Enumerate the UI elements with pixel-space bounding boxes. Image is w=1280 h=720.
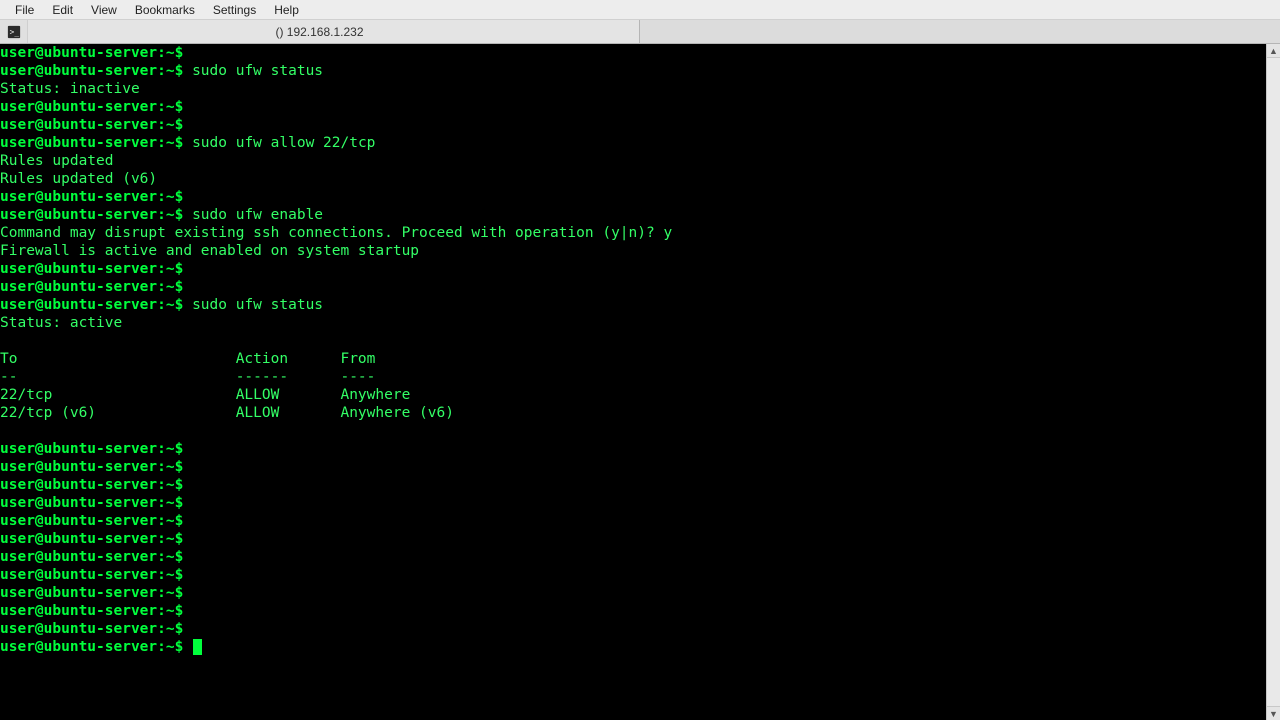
- prompt-line: user@ubuntu-server:~$ sudo ufw allow 22/…: [0, 134, 1266, 152]
- output-text: Command may disrupt existing ssh connect…: [0, 225, 672, 241]
- menu-edit[interactable]: Edit: [43, 1, 82, 19]
- output-line: [0, 422, 1266, 440]
- output-line: 22/tcp ALLOW Anywhere: [0, 386, 1266, 404]
- output-text: 22/tcp (v6) ALLOW Anywhere (v6): [0, 405, 454, 421]
- output-line: -- ------ ----: [0, 368, 1266, 386]
- cursor: [193, 639, 202, 655]
- prompt-line: user@ubuntu-server:~$: [0, 116, 1266, 134]
- prompt-line: user@ubuntu-server:~$: [0, 98, 1266, 116]
- prompt-line: user@ubuntu-server:~$: [0, 530, 1266, 548]
- prompt-line: user@ubuntu-server:~$: [0, 620, 1266, 638]
- menu-view[interactable]: View: [82, 1, 126, 19]
- output-text: Status: active: [0, 315, 122, 331]
- output-line: [0, 332, 1266, 350]
- prompt-line: user@ubuntu-server:~$: [0, 584, 1266, 602]
- prompt-line: user@ubuntu-server:~$: [0, 494, 1266, 512]
- menu-bookmarks[interactable]: Bookmarks: [126, 1, 204, 19]
- prompt-line: user@ubuntu-server:~$: [0, 458, 1266, 476]
- svg-text:>_: >_: [9, 27, 19, 36]
- tabbar: >_ () 192.168.1.232: [0, 20, 1280, 44]
- output-line: Rules updated: [0, 152, 1266, 170]
- scrollbar[interactable]: ▲ ▼: [1266, 44, 1280, 720]
- output-text: Firewall is active and enabled on system…: [0, 243, 419, 259]
- command-text: sudo ufw status: [192, 297, 323, 313]
- prompt-line: user@ubuntu-server:~$: [0, 638, 1266, 656]
- menu-file[interactable]: File: [6, 1, 43, 19]
- prompt-line: user@ubuntu-server:~$ sudo ufw status: [0, 296, 1266, 314]
- output-line: Status: inactive: [0, 80, 1266, 98]
- prompt-line: user@ubuntu-server:~$: [0, 566, 1266, 584]
- command-text: sudo ufw status: [192, 63, 323, 79]
- prompt-line: user@ubuntu-server:~$: [0, 548, 1266, 566]
- output-text: Rules updated (v6): [0, 171, 157, 187]
- prompt-line: user@ubuntu-server:~$: [0, 44, 1266, 62]
- menubar: File Edit View Bookmarks Settings Help: [0, 0, 1280, 20]
- tab-title: () 192.168.1.232: [28, 25, 639, 39]
- output-line: Firewall is active and enabled on system…: [0, 242, 1266, 260]
- output-text: 22/tcp ALLOW Anywhere: [0, 387, 410, 403]
- prompt-line: user@ubuntu-server:~$ sudo ufw status: [0, 62, 1266, 80]
- session-tab[interactable]: >_ () 192.168.1.232: [0, 20, 640, 43]
- menu-help[interactable]: Help: [265, 1, 308, 19]
- prompt-line: user@ubuntu-server:~$: [0, 476, 1266, 494]
- prompt-line: user@ubuntu-server:~$ sudo ufw enable: [0, 206, 1266, 224]
- output-text: Rules updated: [0, 153, 114, 169]
- prompt-line: user@ubuntu-server:~$: [0, 602, 1266, 620]
- terminal-icon: >_: [0, 20, 28, 43]
- scroll-down-icon[interactable]: ▼: [1267, 706, 1280, 720]
- output-line: Rules updated (v6): [0, 170, 1266, 188]
- scroll-up-icon[interactable]: ▲: [1267, 44, 1280, 58]
- output-line: Command may disrupt existing ssh connect…: [0, 224, 1266, 242]
- output-text: Status: inactive: [0, 81, 140, 97]
- output-line: Status: active: [0, 314, 1266, 332]
- output-text: To Action From: [0, 351, 375, 367]
- command-text: sudo ufw allow 22/tcp: [192, 135, 375, 151]
- output-text: -- ------ ----: [0, 369, 375, 385]
- terminal-wrap: user@ubuntu-server:~$ user@ubuntu-server…: [0, 44, 1280, 720]
- prompt-line: user@ubuntu-server:~$: [0, 188, 1266, 206]
- output-line: To Action From: [0, 350, 1266, 368]
- prompt-line: user@ubuntu-server:~$: [0, 512, 1266, 530]
- menu-settings[interactable]: Settings: [204, 1, 265, 19]
- output-line: 22/tcp (v6) ALLOW Anywhere (v6): [0, 404, 1266, 422]
- prompt-line: user@ubuntu-server:~$: [0, 440, 1266, 458]
- prompt-line: user@ubuntu-server:~$: [0, 278, 1266, 296]
- terminal[interactable]: user@ubuntu-server:~$ user@ubuntu-server…: [0, 44, 1266, 720]
- prompt-line: user@ubuntu-server:~$: [0, 260, 1266, 278]
- command-text: sudo ufw enable: [192, 207, 323, 223]
